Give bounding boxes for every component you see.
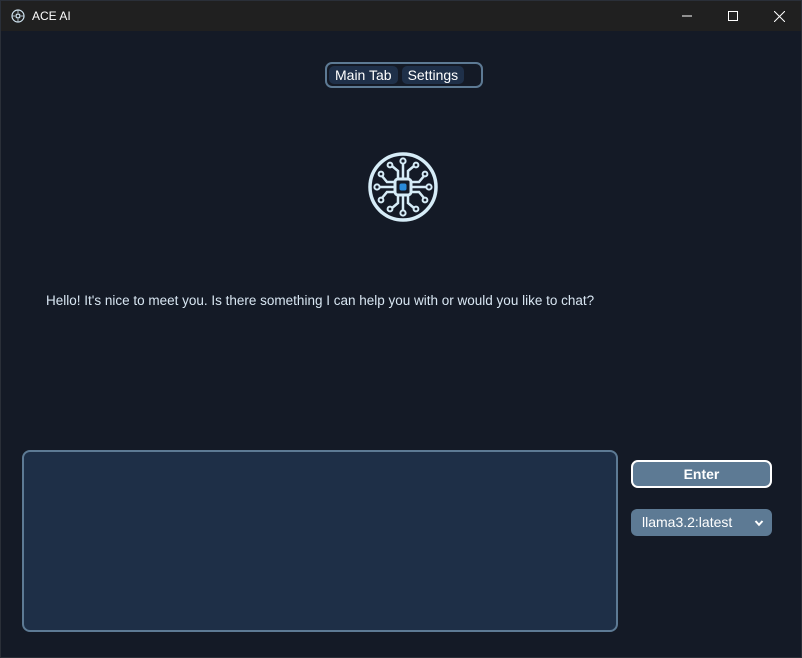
app-window: ACE AI Main Tab Settings Hello! It's nic… xyxy=(0,0,802,658)
circuit-globe-icon xyxy=(11,9,25,23)
model-select[interactable]: llama3.2:latest xyxy=(631,509,772,536)
enter-button[interactable]: Enter xyxy=(631,460,772,488)
model-select-value: llama3.2:latest xyxy=(642,514,733,530)
close-button[interactable] xyxy=(756,1,802,31)
tab-bar: Main Tab Settings xyxy=(325,62,483,88)
chevron-down-icon xyxy=(754,520,764,527)
chat-response-text: Hello! It's nice to meet you. Is there s… xyxy=(46,293,595,308)
circuit-chip-icon xyxy=(368,152,438,222)
tab-main[interactable]: Main Tab xyxy=(329,66,398,84)
minimize-icon xyxy=(682,15,692,17)
maximize-button[interactable] xyxy=(710,1,756,31)
minimize-button[interactable] xyxy=(664,1,710,31)
window-title: ACE AI xyxy=(32,9,71,23)
close-icon xyxy=(773,10,785,22)
maximize-icon xyxy=(728,11,738,21)
title-bar[interactable]: ACE AI xyxy=(1,1,801,31)
message-input[interactable] xyxy=(22,450,618,632)
tab-settings[interactable]: Settings xyxy=(401,66,465,84)
